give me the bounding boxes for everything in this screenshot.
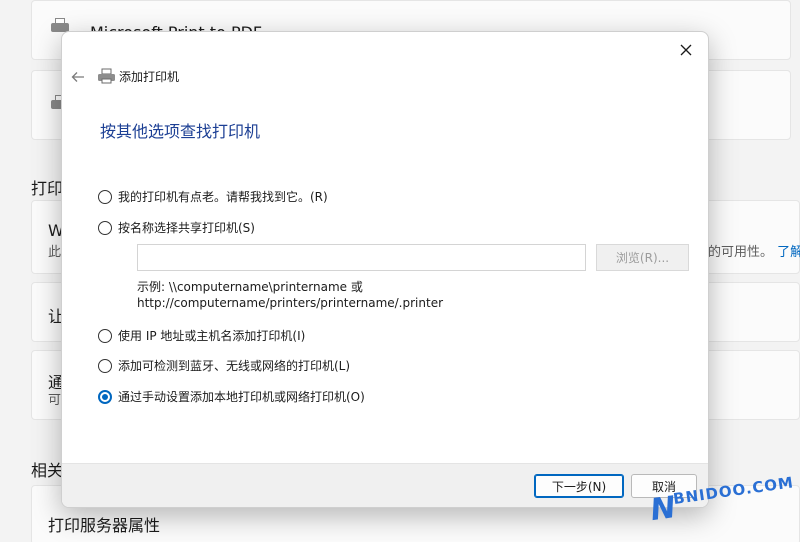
radio-button[interactable] (98, 358, 112, 373)
section-heading-related: 相关 (31, 461, 64, 480)
settings-card-subtitle-text: 的可用性。 (708, 245, 774, 260)
option-ip-hostname[interactable]: 使用 IP 地址或主机名添加打印机(I) (98, 327, 305, 344)
option-label: 添加可检测到蓝牙、无线或网络的打印机(L) (118, 359, 351, 373)
radio-button[interactable] (98, 328, 112, 343)
settings-card-subtitle: 可 (48, 393, 62, 408)
next-button[interactable]: 下一步(N) (534, 474, 624, 498)
browse-button[interactable]: 浏览(R)... (596, 244, 689, 271)
add-printer-dialog: 添加打印机 按其他选项查找打印机 我的打印机有点老。请帮我找到它。(R) 按名称… (61, 31, 709, 508)
option-manual-local-network[interactable]: 通过手动设置添加本地打印机或网络打印机(O) (98, 388, 365, 405)
page-heading: 按其他选项查找打印机 (100, 122, 261, 141)
settings-card-subtitle: 此 (48, 245, 62, 260)
option-shared-by-name[interactable]: 按名称选择共享打印机(S) (98, 219, 255, 236)
close-button[interactable] (672, 37, 700, 63)
dialog-title: 添加打印机 (119, 70, 180, 84)
settings-card-subtitle-right: 的可用性。 了解 (708, 241, 800, 260)
option-label: 通过手动设置添加本地打印机或网络打印机(O) (118, 390, 365, 404)
print-server-properties-label: 打印服务器属性 (48, 516, 161, 535)
option-printer-old[interactable]: 我的打印机有点老。请帮我找到它。(R) (98, 188, 328, 205)
learn-more-link[interactable]: 了解 (777, 245, 800, 260)
option-bluetooth-wireless-network[interactable]: 添加可检测到蓝牙、无线或网络的打印机(L) (98, 357, 350, 374)
example-line-2: http://computername/printers/printername… (137, 296, 444, 310)
radio-button[interactable] (98, 220, 112, 235)
section-heading-print: 打印 (31, 179, 64, 198)
printer-icon (97, 68, 117, 84)
back-button[interactable] (66, 66, 90, 88)
dialog-footer: 下一步(N) 取消 (62, 463, 708, 507)
example-text: 示例: \\computername\printername 或 http://… (137, 279, 443, 311)
option-label: 我的打印机有点老。请帮我找到它。(R) (118, 190, 328, 204)
option-label: 使用 IP 地址或主机名添加打印机(I) (118, 329, 306, 343)
radio-button-selected[interactable] (98, 389, 112, 404)
option-label: 按名称选择共享打印机(S) (118, 221, 255, 235)
back-arrow-icon (71, 72, 84, 82)
close-icon (680, 44, 692, 56)
example-line-1: 示例: \\computername\printername 或 (137, 280, 363, 294)
shared-printer-name-input[interactable] (137, 244, 586, 271)
radio-button[interactable] (98, 189, 112, 204)
